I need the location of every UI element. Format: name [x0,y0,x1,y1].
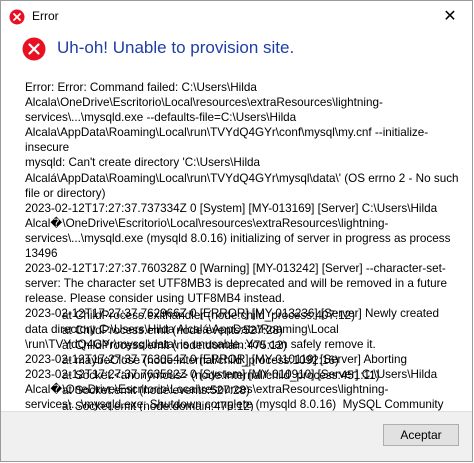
error-dialog: Error ✕ Uh-oh! Unable to provision site.… [0,0,473,462]
dialog-heading: Uh-oh! Unable to provision site. [57,38,295,57]
error-icon [22,37,46,61]
accept-button[interactable]: Aceptar [383,424,459,446]
close-button[interactable]: ✕ [428,1,472,31]
error-icon [9,9,25,25]
close-icon: ✕ [443,8,457,25]
title-bar: Error ✕ [1,1,472,31]
dialog-footer: Aceptar [1,411,472,461]
window-title: Error [32,9,59,23]
